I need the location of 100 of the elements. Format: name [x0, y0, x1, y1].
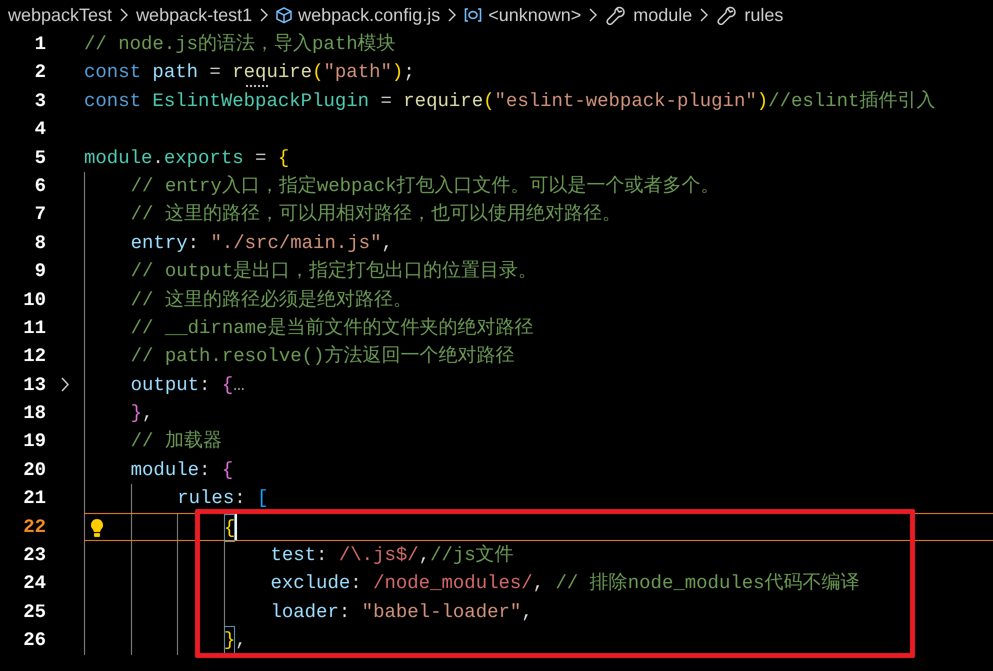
code-token: path: [152, 60, 198, 86]
line-number: 7: [34, 202, 46, 228]
code-comment: // 这里的路径，可以用相对路径，也可以使用绝对路径。: [130, 202, 621, 228]
chevron-icon: [447, 7, 458, 23]
code-comment: // 排除node_modules代码不编译: [556, 571, 860, 596]
code-token: =: [379, 88, 393, 114]
line-number: 1: [34, 32, 46, 57]
code-token: {: [222, 372, 234, 398]
line-number: 3: [34, 88, 46, 114]
code-token: /\.js$/: [338, 543, 419, 568]
code-token: .: [152, 146, 164, 171]
code-token: ,: [418, 543, 430, 568]
line-number: 20: [22, 458, 46, 483]
bracketed-circle-icon: [464, 7, 482, 23]
line-number: 5: [34, 146, 46, 171]
code-token: (: [483, 88, 495, 114]
code-token: :: [199, 372, 212, 398]
code-token: entry: [130, 230, 188, 256]
breadcrumb-item[interactable]: rules: [716, 4, 784, 26]
code-token: output: [130, 372, 200, 398]
code-token: require: [232, 58, 312, 87]
code-token: ): [392, 60, 404, 86]
breadcrumb-item[interactable]: webpackTest: [8, 4, 112, 26]
code-token: :: [188, 230, 200, 256]
line-number: 10: [22, 288, 46, 313]
code-token: "babel-loader": [362, 600, 522, 625]
code-token: const: [84, 88, 142, 114]
code-token: exclude: [270, 571, 350, 596]
code-token: module: [84, 146, 152, 171]
code-token: exports: [164, 146, 244, 171]
code-token: require: [403, 88, 484, 114]
line-number: 18: [22, 401, 46, 426]
code-comment: //js文件: [430, 543, 514, 568]
line-number: 23: [22, 543, 46, 568]
breadcrumb-item[interactable]: webpack-test1: [136, 4, 252, 26]
code-comment: // entry入口，指定webpack打包入口文件。可以是一个或者多个。: [130, 174, 720, 199]
line-number: 25: [22, 600, 46, 625]
code-token: (: [312, 60, 324, 86]
code-token: const: [84, 60, 142, 86]
code-comment: //eslint插件引入: [768, 88, 936, 114]
code-comment: // output是出口，指定打包出口的位置目录。: [130, 259, 538, 284]
line-number: 21: [22, 486, 46, 512]
line-number: 11: [22, 316, 46, 341]
text-cursor: [235, 514, 238, 540]
code-token: :: [199, 458, 212, 483]
code-token: }: [130, 401, 142, 426]
code-comment: // path.resolve()方法返回一个绝对路径: [130, 344, 514, 370]
line-number: 26: [22, 628, 46, 654]
code-token: ;: [403, 60, 415, 86]
code-comment: // 加载器: [130, 429, 222, 454]
code-token: …: [233, 372, 245, 398]
line-number: 13: [22, 372, 46, 398]
code-token: ): [756, 88, 768, 114]
chevron-icon: [259, 7, 270, 23]
code-token: =: [208, 60, 222, 86]
code-token: {: [278, 146, 290, 171]
code-comment: // 这里的路径必须是绝对路径。: [130, 288, 412, 313]
chevron-icon: [588, 7, 598, 23]
code-token: test: [270, 543, 316, 568]
code-token: [: [257, 486, 268, 512]
code-token: loader: [270, 600, 339, 625]
line-number: 2: [34, 60, 46, 86]
code-token: "eslint-webpack-plugin": [494, 88, 757, 114]
code-token: ,: [381, 230, 393, 256]
code-token: EslintWebpackPlugin: [152, 88, 370, 114]
code-token: :: [316, 543, 328, 568]
breadcrumb-item[interactable]: webpack.config.js: [276, 4, 440, 26]
breadcrumb-item[interactable]: module: [605, 4, 692, 26]
code-comment: // node.js的语法，导入path模块: [84, 32, 396, 57]
code-token: "path": [323, 60, 392, 86]
code-token: /node_modules/: [373, 571, 533, 596]
code-token: =: [254, 146, 268, 171]
lightbulb-icon: [89, 518, 105, 538]
line-number: 4: [34, 117, 46, 142]
code-token: {: [222, 458, 234, 483]
line-number: 9: [34, 259, 46, 284]
wrench-icon: [716, 5, 738, 25]
cube-icon: [276, 6, 292, 24]
line-number: 6: [34, 174, 46, 199]
line-number: 22: [22, 514, 46, 540]
code-token: ,: [532, 571, 546, 596]
code-token: ,: [142, 401, 154, 426]
code-token: }: [224, 626, 236, 654]
code-token: rules: [177, 486, 234, 512]
code-token: ,: [235, 628, 247, 654]
fold-chevron-icon: [60, 377, 70, 392]
chevron-icon: [119, 7, 130, 23]
line-number: 12: [22, 344, 46, 370]
code-token: module: [130, 458, 200, 483]
breadcrumb-item[interactable]: <unknown>: [464, 4, 582, 26]
line-number: 19: [22, 429, 46, 454]
code-token: "./src/main.js": [210, 230, 382, 256]
code-token: :: [234, 486, 247, 512]
code-token: :: [338, 600, 352, 625]
wrench-icon: [605, 5, 628, 25]
code-token: :: [350, 571, 363, 596]
code-comment: // __dirname是当前文件的文件夹的绝对路径: [130, 316, 534, 341]
line-number: 8: [34, 230, 46, 256]
chevron-icon: [699, 7, 710, 23]
code-token: ,: [521, 600, 533, 625]
